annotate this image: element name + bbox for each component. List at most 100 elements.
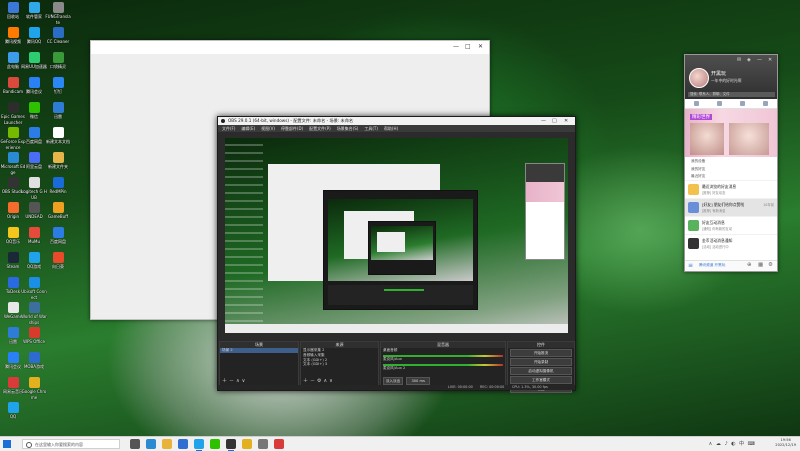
settings-icon[interactable]: ⚙ bbox=[768, 262, 773, 268]
desktop-icon[interactable]: WPS Office bbox=[21, 327, 47, 345]
menu-scene-collection[interactable]: 场景集合(S) bbox=[337, 126, 359, 132]
desktop-icon[interactable]: GameBuff bbox=[45, 202, 71, 220]
desktop-icon-label: Ubisoft Connect bbox=[21, 289, 47, 300]
menu-profile[interactable]: 配置文件(P) bbox=[309, 126, 331, 132]
list-item[interactable]: 最近浏览的好友消息 [推荐] 好友动态 bbox=[685, 180, 777, 198]
list-item[interactable]: [好友] 朋友们给你点赞啦 [推荐] 有新消息 10年前 bbox=[685, 198, 777, 216]
channel-link[interactable]: 腾讯频道 开黑玩 bbox=[699, 263, 725, 268]
start-streaming-button[interactable]: 开始推流 bbox=[510, 349, 572, 357]
minimize-icon[interactable]: — bbox=[541, 117, 546, 125]
list-item[interactable]: 金币活动消息通知 [活动] 活动进行中 bbox=[685, 234, 777, 252]
app-manager-icon[interactable]: ▦ bbox=[758, 262, 763, 268]
menu-edit[interactable]: 编辑(E) bbox=[241, 126, 255, 132]
desktop-icon[interactable]: FUNGTranslate bbox=[45, 2, 71, 25]
contacts-tab-icon[interactable] bbox=[717, 101, 722, 106]
desktop-icon-label: 向日葵 bbox=[52, 264, 64, 269]
desktop-icon[interactable]: 向日葵 bbox=[45, 252, 71, 270]
studio-mode-button[interactable]: 工作室模式 bbox=[510, 376, 572, 384]
desktop-icon[interactable]: QQ bbox=[0, 402, 26, 420]
blank-window-titlebar[interactable]: — □ ✕ bbox=[91, 41, 489, 54]
desktop-icon[interactable]: CC Cleaner bbox=[45, 27, 71, 45]
maximize-icon[interactable]: □ bbox=[552, 117, 557, 125]
store-icon[interactable] bbox=[178, 439, 188, 449]
desktop-icon[interactable]: 微信 bbox=[21, 102, 47, 120]
desktop-icon[interactable]: MOBA游戏 bbox=[21, 352, 47, 370]
menu-view[interactable]: 视图(V) bbox=[261, 126, 275, 132]
qq-panel[interactable]: ✉ ◈ — ✕ 开黑玩 一年中的好时光啊 搜索: 联系人、群聊、文件 精彩世界 … bbox=[684, 54, 778, 272]
menu-tools[interactable]: 工具(T) bbox=[364, 126, 378, 132]
desktop-icon[interactable]: 新建文本文档 bbox=[45, 127, 71, 145]
desktop-icon[interactable]: 腾讯会议 bbox=[21, 77, 47, 95]
virtual-camera-button[interactable]: 启动虚拟摄像机 bbox=[510, 367, 572, 375]
desktop-icon[interactable]: 钉钉 bbox=[45, 77, 71, 95]
desktop-icon[interactable]: 百度网盘 bbox=[45, 227, 71, 245]
desktop-icon[interactable]: 阿里云盘 bbox=[21, 152, 47, 170]
settings-icon[interactable] bbox=[258, 439, 268, 449]
obs-icon[interactable] bbox=[226, 439, 236, 451]
desktop-icon-label: WPS Office bbox=[23, 339, 45, 344]
desktop-icon[interactable]: 迅雷 bbox=[45, 102, 71, 120]
mail-icon[interactable]: ✉ bbox=[737, 57, 741, 63]
scene-toolbar[interactable]: ＋－∧∨ bbox=[222, 377, 247, 384]
chrome-icon[interactable] bbox=[242, 439, 252, 449]
source-toolbar[interactable]: ＋－⚙∧∨ bbox=[303, 377, 335, 384]
desktop-icon[interactable]: 网易UU加速器 bbox=[21, 52, 47, 70]
source-item[interactable]: 文本 (GDI+) 3 bbox=[301, 362, 378, 367]
obs-preview[interactable] bbox=[225, 138, 568, 333]
desktop-icon[interactable]: 口袋精灵 bbox=[45, 52, 71, 70]
qq-search-input[interactable]: 搜索: 联系人、群聊、文件 bbox=[688, 92, 775, 97]
wechat-icon[interactable] bbox=[210, 439, 220, 449]
system-tray-icons[interactable]: ∧ ☁ ♪ ◐ 中 ⌨ bbox=[709, 440, 756, 447]
qq-signature[interactable]: 一年中的好时光啊 bbox=[711, 78, 741, 84]
minimize-icon[interactable]: — bbox=[453, 43, 459, 50]
desktop-icon[interactable]: MuMu bbox=[21, 227, 47, 245]
start-recording-button[interactable]: 开始录制 bbox=[510, 358, 572, 366]
qq-banner[interactable]: 精彩世界 bbox=[685, 109, 777, 157]
maximize-icon[interactable]: □ bbox=[465, 43, 471, 50]
clock[interactable]: 19:56 2022/12/19 bbox=[775, 438, 796, 448]
desktop-icon[interactable]: 新建文件夹 bbox=[45, 152, 71, 170]
desktop-icon[interactable]: 腾讯QQ bbox=[21, 27, 47, 45]
add-icon[interactable]: ⊕ bbox=[747, 262, 752, 268]
close-icon[interactable]: ✕ bbox=[768, 57, 772, 63]
task-view-icon[interactable] bbox=[130, 439, 140, 449]
menu-file[interactable]: 文件(F) bbox=[222, 126, 235, 132]
group-recent-friends[interactable]: 最近好友 bbox=[685, 173, 777, 180]
menu-help[interactable]: 帮助(H) bbox=[384, 126, 398, 132]
desktop-icon[interactable]: Logitech G HUB bbox=[21, 177, 47, 200]
close-icon[interactable]: ✕ bbox=[564, 117, 568, 125]
group-my-devices[interactable]: 我的设备 bbox=[685, 157, 777, 166]
scene-item[interactable]: 场景 2 bbox=[220, 348, 298, 353]
desktop-icon[interactable]: Google Chrome bbox=[21, 377, 47, 400]
windows-start-icon[interactable] bbox=[3, 440, 11, 448]
skin-icon[interactable]: ◈ bbox=[747, 57, 751, 63]
taskbar-search-input[interactable]: 在这里输入你要搜索的内容 bbox=[22, 439, 120, 449]
close-icon[interactable]: ✕ bbox=[478, 43, 483, 50]
app-icon bbox=[7, 352, 19, 363]
desktop-icon[interactable]: Ubisoft Connect bbox=[21, 277, 47, 300]
fade-transition[interactable]: 淡入淡出 bbox=[383, 377, 403, 385]
desktop-icon[interactable]: UNDEAD bbox=[21, 202, 47, 220]
edge-icon[interactable] bbox=[146, 439, 156, 449]
minimize-icon[interactable]: — bbox=[757, 57, 762, 63]
group-my-friends[interactable]: 我的好友 bbox=[685, 166, 777, 173]
desktop-icon[interactable]: 软件管家 bbox=[21, 2, 47, 20]
obs-titlebar[interactable]: OBS 29.0.1 (64-bit, windows) - 配置文件: 未命名… bbox=[218, 117, 575, 125]
file-explorer-icon[interactable] bbox=[162, 439, 172, 449]
list-item[interactable]: 好友互动消息 [通知] 你有新的互动 bbox=[685, 216, 777, 234]
obs-window[interactable]: OBS 29.0.1 (64-bit, windows) - 配置文件: 未命名… bbox=[217, 116, 576, 393]
avatar[interactable] bbox=[689, 68, 709, 88]
desktop-icon[interactable]: RedMPin bbox=[45, 177, 71, 195]
more-tab-icon[interactable] bbox=[763, 101, 768, 106]
app-icon bbox=[7, 102, 19, 113]
desktop-icon[interactable]: QQ游戏 bbox=[21, 252, 47, 270]
menu-docks[interactable]: 停靠部件(D) bbox=[281, 126, 303, 132]
desktop-icon[interactable]: 百度网盘 bbox=[21, 127, 47, 145]
transition-duration[interactable]: 300 ms bbox=[406, 377, 431, 385]
desktop-icon[interactable]: World of Warships bbox=[21, 302, 47, 325]
menu-icon[interactable]: ≡ bbox=[688, 262, 693, 269]
message-tab-icon[interactable] bbox=[694, 101, 699, 106]
space-tab-icon[interactable] bbox=[740, 101, 745, 106]
qq-icon[interactable] bbox=[194, 439, 204, 451]
music-icon[interactable] bbox=[274, 439, 284, 449]
